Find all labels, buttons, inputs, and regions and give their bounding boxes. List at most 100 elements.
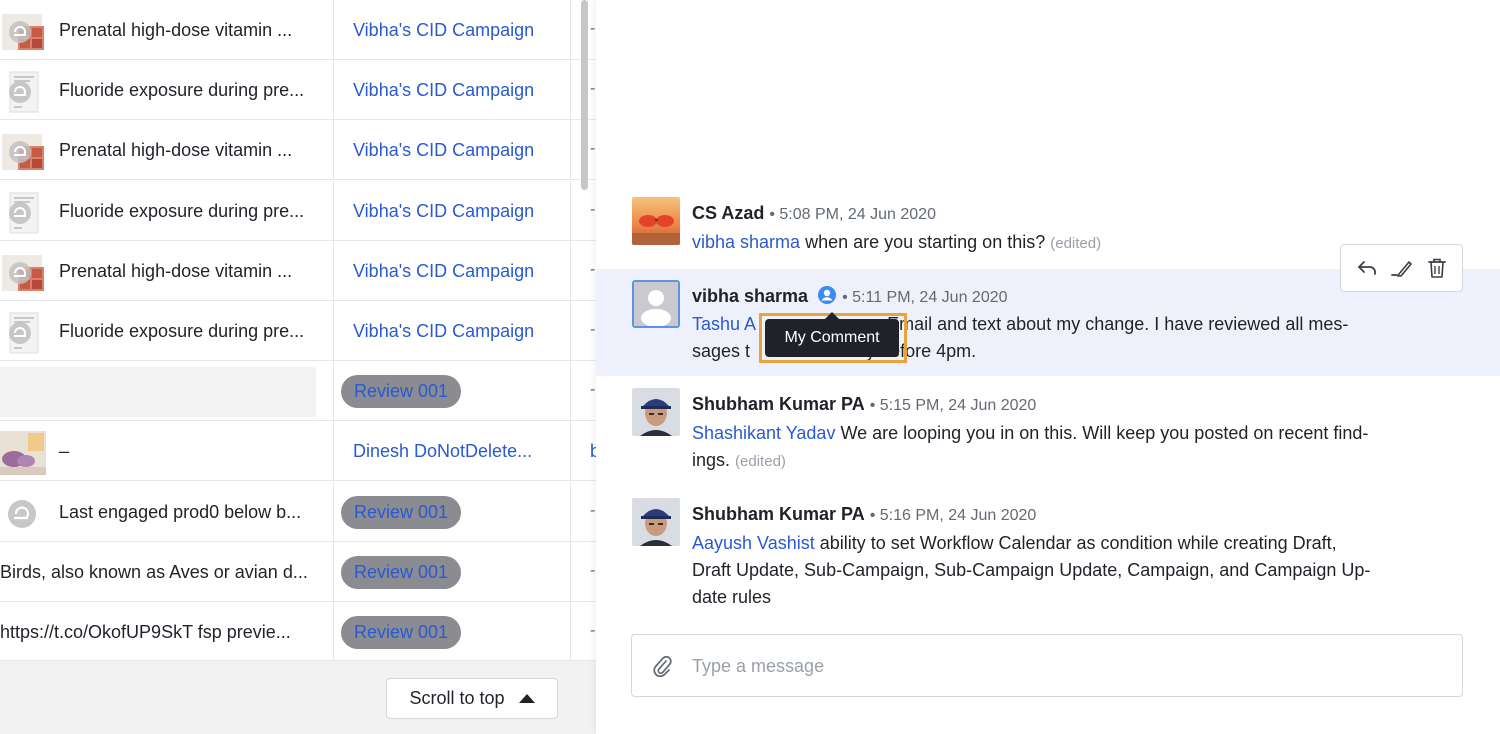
extra-value: - [590, 140, 596, 158]
comment-author: Shubham Kumar PA [692, 504, 865, 524]
extra-value: - [590, 260, 596, 278]
asset-title[interactable]: – [59, 441, 69, 462]
tooltip-arrow [825, 312, 839, 319]
extra-cell: b [572, 421, 596, 481]
app-root: Prenatal high-dose vitamin ... Vibha's CI… [0, 0, 1500, 734]
table-scrollbar[interactable] [581, 0, 588, 190]
campaign-link[interactable]: Vibha's CID Campaign [353, 20, 534, 41]
campaign-cell: Review 001 [335, 361, 571, 422]
extra-value: - [590, 622, 596, 639]
review-badge[interactable]: Review 001 [341, 495, 462, 529]
title-cell: Fluoride exposure during pre... [0, 60, 334, 121]
mention-link[interactable]: Aayush Vashist [692, 533, 815, 553]
comment-timestamp: 5:15 PM, 24 Jun 2020 [879, 397, 1037, 414]
campaign-cell: Dinesh DoNotDelete... [335, 421, 571, 482]
asset-thumbnail [0, 130, 46, 174]
campaign-cell: Vibha's CID Campaign [335, 180, 571, 241]
review-badge[interactable]: Review 001 [341, 375, 462, 409]
asset-title[interactable]: Birds, also known as Aves or avian d... [0, 562, 308, 583]
campaign-link[interactable]: Vibha's CID Campaign [353, 261, 534, 282]
campaign-link[interactable]: Vibha's CID Campaign [353, 80, 534, 101]
table-footer: Scroll to top [0, 660, 596, 734]
extra-cell: - [572, 602, 596, 662]
asset-thumbnail [0, 10, 46, 54]
campaign-link[interactable]: Vibha's CID Campaign [353, 321, 534, 342]
review-badge[interactable]: Review 001 [341, 616, 462, 649]
title-cell: Prenatal high-dose vitamin ... [0, 120, 334, 181]
edit-icon[interactable] [1389, 255, 1415, 281]
scroll-to-top-button[interactable]: Scroll to top [386, 678, 558, 719]
asset-thumbnail [0, 431, 46, 476]
mention-link[interactable]: Tashu A [692, 314, 755, 334]
caret-up-icon [518, 694, 535, 703]
title-cell: Fluoride exposure during pre... [0, 301, 334, 361]
edited-label: (edited) [735, 453, 786, 470]
review-badge[interactable]: Review 001 [341, 555, 462, 589]
asset-thumbnail [0, 311, 46, 355]
comment-header: vibha sharma • 5:11 PM, 24 Jun 2020 [692, 285, 1008, 310]
comment-text: Email and text about my change. I have r… [887, 314, 1349, 334]
comment-header: Shubham Kumar PA • 5:15 PM, 24 Jun 2020 [692, 394, 1037, 414]
campaign-cell: Vibha's CID Campaign [335, 60, 571, 121]
avatar [632, 498, 680, 546]
table-row[interactable]: Fluoride exposure during pre... Vibha's C… [0, 301, 596, 361]
comment-header: Shubham Kumar PA • 5:16 PM, 24 Jun 2020 [692, 504, 1037, 524]
comment-body: Shashikant Yadav We are looping you in o… [692, 420, 1452, 475]
table-row[interactable]: Prenatal high-dose vitamin ... Vibha's CI… [0, 120, 596, 181]
campaign-link[interactable]: Vibha's CID Campaign [353, 140, 534, 161]
my-comment-icon[interactable] [817, 285, 837, 310]
asset-title[interactable]: Fluoride exposure during pre... [59, 321, 304, 342]
attachment-icon[interactable] [652, 654, 672, 683]
extra-value: - [590, 20, 596, 37]
delete-icon[interactable] [1424, 255, 1450, 281]
extra-cell: - [572, 542, 596, 602]
table-row[interactable]: – Dinesh DoNotDelete... b [0, 421, 596, 482]
title-cell: Prenatal high-dose vitamin ... [0, 0, 334, 60]
table-row[interactable]: Review 001 - [0, 361, 596, 422]
asset-title[interactable]: Prenatal high-dose vitamin ... [59, 261, 292, 282]
asset-title[interactable]: Last engaged prod0 below b... [59, 502, 301, 523]
title-cell: Fluoride exposure during pre... [0, 180, 334, 241]
table-row[interactable]: https://t.co/OkofUP9SkT fsp previe... Rev… [0, 602, 596, 662]
comment-timestamp: 5:16 PM, 24 Jun 2020 [879, 507, 1037, 524]
campaign-cell: Vibha's CID Campaign [335, 120, 571, 181]
asset-title[interactable]: https://t.co/OkofUP9SkT fsp previe... [0, 622, 291, 643]
title-cell: Last engaged prod0 below b... [0, 481, 334, 542]
message-input[interactable] [692, 649, 1432, 683]
reply-icon[interactable] [1354, 255, 1380, 281]
asset-title[interactable]: Prenatal high-dose vitamin ... [59, 140, 292, 161]
mention-link[interactable]: Shashikant Yadav [692, 423, 835, 443]
asset-title[interactable]: Prenatal high-dose vitamin ... [59, 20, 292, 41]
comment-text: We are looping you in on this. Will keep… [840, 423, 1369, 443]
table-row[interactable]: Fluoride exposure during pre... Vibha's C… [0, 180, 596, 241]
edited-label: (edited) [1050, 235, 1102, 252]
extra-cell: - [572, 361, 596, 421]
title-cell [0, 361, 334, 422]
empty-preview-placeholder [0, 367, 316, 418]
table-row[interactable]: Prenatal high-dose vitamin ... Vibha's CI… [0, 0, 596, 60]
campaign-link[interactable]: Vibha's CID Campaign [353, 201, 534, 222]
table-row[interactable]: Fluoride exposure during pre... Vibha's C… [0, 60, 596, 121]
extra-value: - [590, 80, 596, 98]
comment-author: CS Azad [692, 203, 765, 223]
comment-text: Draft Update, Sub-Campaign, Sub-Campaign… [692, 560, 1371, 580]
table-row[interactable]: Last engaged prod0 below b... Review 001 - [0, 481, 596, 542]
extra-value: - [590, 501, 596, 519]
mention-link[interactable]: vibha sharma [692, 232, 800, 252]
comment-text: ability to set Workflow Calendar as cond… [819, 533, 1337, 553]
campaign-link[interactable]: Dinesh DoNotDelete... [353, 441, 532, 462]
asset-thumbnail [0, 70, 46, 114]
title-cell: Prenatal high-dose vitamin ... [0, 240, 334, 301]
comment-body: vibha sharma when are you starting on th… [692, 229, 1452, 257]
asset-title[interactable]: Fluoride exposure during pre... [59, 201, 304, 222]
extra-value: - [590, 200, 596, 218]
asset-title[interactable]: Fluoride exposure during pre... [59, 80, 304, 101]
extra-value: - [590, 321, 596, 338]
extra-cell: - [572, 241, 596, 301]
title-cell: – [0, 421, 334, 482]
avatar [632, 388, 680, 436]
table-row[interactable]: Birds, also known as Aves or avian d... R… [0, 541, 596, 602]
extra-value: - [590, 561, 596, 579]
table-row[interactable]: Prenatal high-dose vitamin ... Vibha's CI… [0, 240, 596, 301]
asset-table: Prenatal high-dose vitamin ... Vibha's CI… [0, 0, 596, 734]
